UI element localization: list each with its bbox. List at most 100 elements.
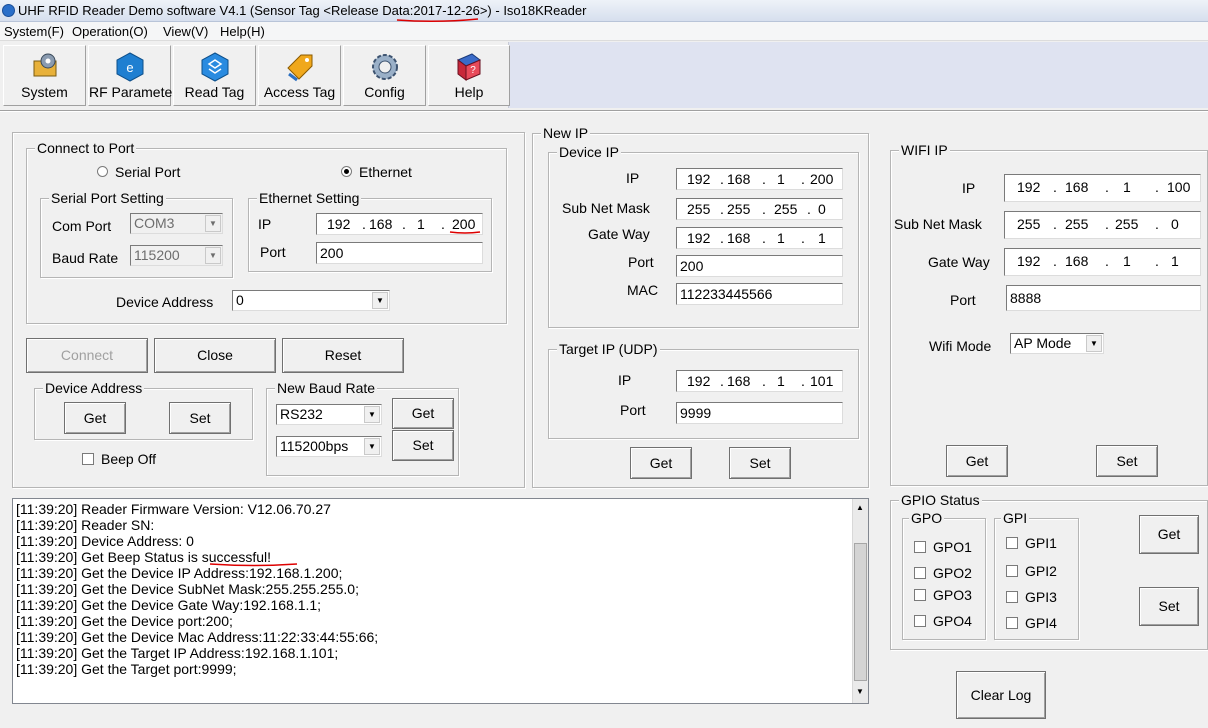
menu-help[interactable]: Help(H) bbox=[220, 24, 265, 39]
device-mac-label: MAC bbox=[627, 282, 659, 298]
device-mac-input[interactable]: 112233445566 bbox=[676, 283, 843, 305]
gpio-get-button[interactable]: Get bbox=[1139, 515, 1199, 554]
gpo-title: GPO bbox=[909, 510, 945, 526]
device-port-input[interactable]: 200 bbox=[676, 255, 843, 277]
target-port-input[interactable]: 9999 bbox=[676, 402, 843, 424]
target-port-label: Port bbox=[620, 402, 646, 418]
gpo2-checkbox[interactable] bbox=[914, 567, 926, 579]
chevron-down-icon: ▼ bbox=[372, 292, 388, 309]
ethernet-radio[interactable] bbox=[341, 166, 352, 177]
baud-set-button[interactable]: Set bbox=[392, 430, 454, 461]
connect-to-port-title: Connect to Port bbox=[35, 140, 137, 156]
wifi-mask-input[interactable]: 255. 255. 255. 0 bbox=[1004, 211, 1201, 239]
menu-system[interactable]: System(F) bbox=[4, 24, 64, 39]
wifi-get-button[interactable]: Get bbox=[946, 445, 1008, 477]
target-ip-label: IP bbox=[618, 372, 632, 388]
device-ip-label: IP bbox=[626, 170, 640, 186]
gpo3-checkbox[interactable] bbox=[914, 589, 926, 601]
log-textarea[interactable]: [11:39:20] Reader Firmware Version: V12.… bbox=[12, 498, 869, 704]
gpo4-checkbox[interactable] bbox=[914, 615, 926, 627]
toolbar-read-tag-button[interactable]: Read Tag bbox=[173, 45, 256, 106]
target-ip-title: Target IP (UDP) bbox=[557, 341, 660, 357]
beep-off-label: Beep Off bbox=[101, 451, 157, 467]
menu-operation[interactable]: Operation(O) bbox=[72, 24, 148, 39]
beep-off-checkbox[interactable] bbox=[82, 453, 94, 465]
device-port-label: Port bbox=[628, 254, 654, 270]
gpio-set-button[interactable]: Set bbox=[1139, 587, 1199, 626]
new-ip-get-button[interactable]: Get bbox=[630, 447, 692, 479]
toolbar-config-button[interactable]: Config bbox=[343, 45, 426, 106]
scroll-down-icon[interactable]: ▼ bbox=[856, 687, 864, 696]
connect-button[interactable]: Connect bbox=[26, 338, 148, 373]
gpi1-label: GPI1 bbox=[1025, 535, 1057, 551]
gpi4-label: GPI4 bbox=[1025, 615, 1057, 631]
device-mask-label: Sub Net Mask bbox=[562, 200, 650, 216]
com-port-select[interactable]: COM3 ▼ bbox=[130, 213, 223, 234]
ethernet-port-input[interactable]: 200 bbox=[316, 242, 483, 264]
log-line: [11:39:20] Get the Device SubNet Mask:25… bbox=[16, 581, 359, 597]
read-tag-icon bbox=[201, 52, 228, 82]
help-book-icon: ? bbox=[457, 53, 481, 81]
gpio-status-title: GPIO Status bbox=[899, 492, 982, 508]
app-icon bbox=[2, 4, 15, 17]
serial-port-radio[interactable] bbox=[97, 166, 108, 177]
wifi-port-label: Port bbox=[950, 292, 976, 308]
device-address-group-title: Device Address bbox=[43, 380, 145, 396]
device-address-get-button[interactable]: Get bbox=[64, 402, 126, 434]
toolbar-system-button[interactable]: System bbox=[3, 45, 86, 106]
target-ip-input[interactable]: 192. 168. 1. 101 bbox=[676, 370, 843, 392]
chevron-down-icon: ▼ bbox=[205, 247, 221, 264]
svg-text:?: ? bbox=[470, 65, 476, 76]
log-line: [11:39:20] Get the Device port:200; bbox=[16, 613, 233, 629]
gpi3-checkbox[interactable] bbox=[1006, 591, 1018, 603]
wifi-set-button[interactable]: Set bbox=[1096, 445, 1158, 477]
baud-rate-select[interactable]: 115200 ▼ bbox=[130, 245, 223, 266]
baud-get-button[interactable]: Get bbox=[392, 398, 454, 429]
ip-underline-annotation bbox=[449, 231, 481, 234]
wifi-mode-label: Wifi Mode bbox=[929, 338, 992, 354]
wifi-ip-label: IP bbox=[962, 180, 976, 196]
log-line: [11:39:20] Reader SN: bbox=[16, 517, 155, 533]
toolbar-help-button[interactable]: ? Help bbox=[428, 45, 510, 106]
wifi-mode-select[interactable]: AP Mode ▼ bbox=[1010, 333, 1104, 354]
device-address-set-button[interactable]: Set bbox=[169, 402, 231, 434]
access-tag-icon bbox=[286, 54, 312, 82]
gpi4-checkbox[interactable] bbox=[1006, 617, 1018, 629]
menu-view[interactable]: View(V) bbox=[163, 24, 208, 39]
device-gateway-input[interactable]: 192. 168. 1. 1 bbox=[676, 227, 843, 249]
wifi-port-input[interactable]: 8888 bbox=[1006, 285, 1201, 311]
gpi2-checkbox[interactable] bbox=[1006, 565, 1018, 577]
wifi-ip-title: WIFI IP bbox=[899, 142, 950, 158]
log-line: [11:39:20] Get the Target IP Address:192… bbox=[16, 645, 339, 661]
scroll-up-icon[interactable]: ▲ bbox=[856, 503, 864, 512]
device-address-label: Device Address bbox=[116, 294, 214, 310]
device-gateway-label: Gate Way bbox=[588, 226, 650, 242]
menu-bar: System(F) Operation(O) View(V) Help(H) bbox=[0, 22, 1208, 41]
system-gear-icon bbox=[33, 53, 56, 77]
toolbar-access-tag-button[interactable]: Access Tag bbox=[258, 45, 341, 106]
close-button[interactable]: Close bbox=[154, 338, 276, 373]
serial-port-label: Serial Port bbox=[115, 164, 181, 180]
log-scrollbar[interactable]: ▲ ▼ bbox=[852, 499, 868, 703]
log-underline-annotation bbox=[209, 563, 298, 567]
toolbar-rf-parameter-button[interactable]: e RF Parameter bbox=[88, 45, 177, 106]
device-mask-input[interactable]: 255. 255. 255. 0 bbox=[676, 198, 843, 220]
gpi1-checkbox[interactable] bbox=[1006, 537, 1018, 549]
device-ip-input[interactable]: 192. 168. 1. 200 bbox=[676, 168, 843, 190]
baud-rate-new-select[interactable]: 115200bps ▼ bbox=[276, 436, 382, 457]
device-ip-title: Device IP bbox=[557, 144, 621, 160]
scroll-thumb[interactable] bbox=[854, 543, 867, 681]
gpi3-label: GPI3 bbox=[1025, 589, 1057, 605]
wifi-gateway-input[interactable]: 192. 168. 1. 1 bbox=[1004, 248, 1201, 276]
gpo3-label: GPO3 bbox=[933, 587, 972, 603]
baud-mode-select[interactable]: RS232 ▼ bbox=[276, 404, 382, 425]
new-ip-set-button[interactable]: Set bbox=[729, 447, 791, 479]
ethernet-label: Ethernet bbox=[359, 164, 412, 180]
log-line: [11:39:20] Device Address: 0 bbox=[16, 533, 194, 549]
gpo1-checkbox[interactable] bbox=[914, 541, 926, 553]
clear-log-button[interactable]: Clear Log bbox=[956, 671, 1046, 719]
device-address-select[interactable]: 0 ▼ bbox=[232, 290, 390, 311]
serial-port-setting-group: Serial Port Setting bbox=[40, 190, 233, 278]
reset-button[interactable]: Reset bbox=[282, 338, 404, 373]
wifi-ip-input[interactable]: 192. 168. 1. 100 bbox=[1004, 174, 1201, 202]
